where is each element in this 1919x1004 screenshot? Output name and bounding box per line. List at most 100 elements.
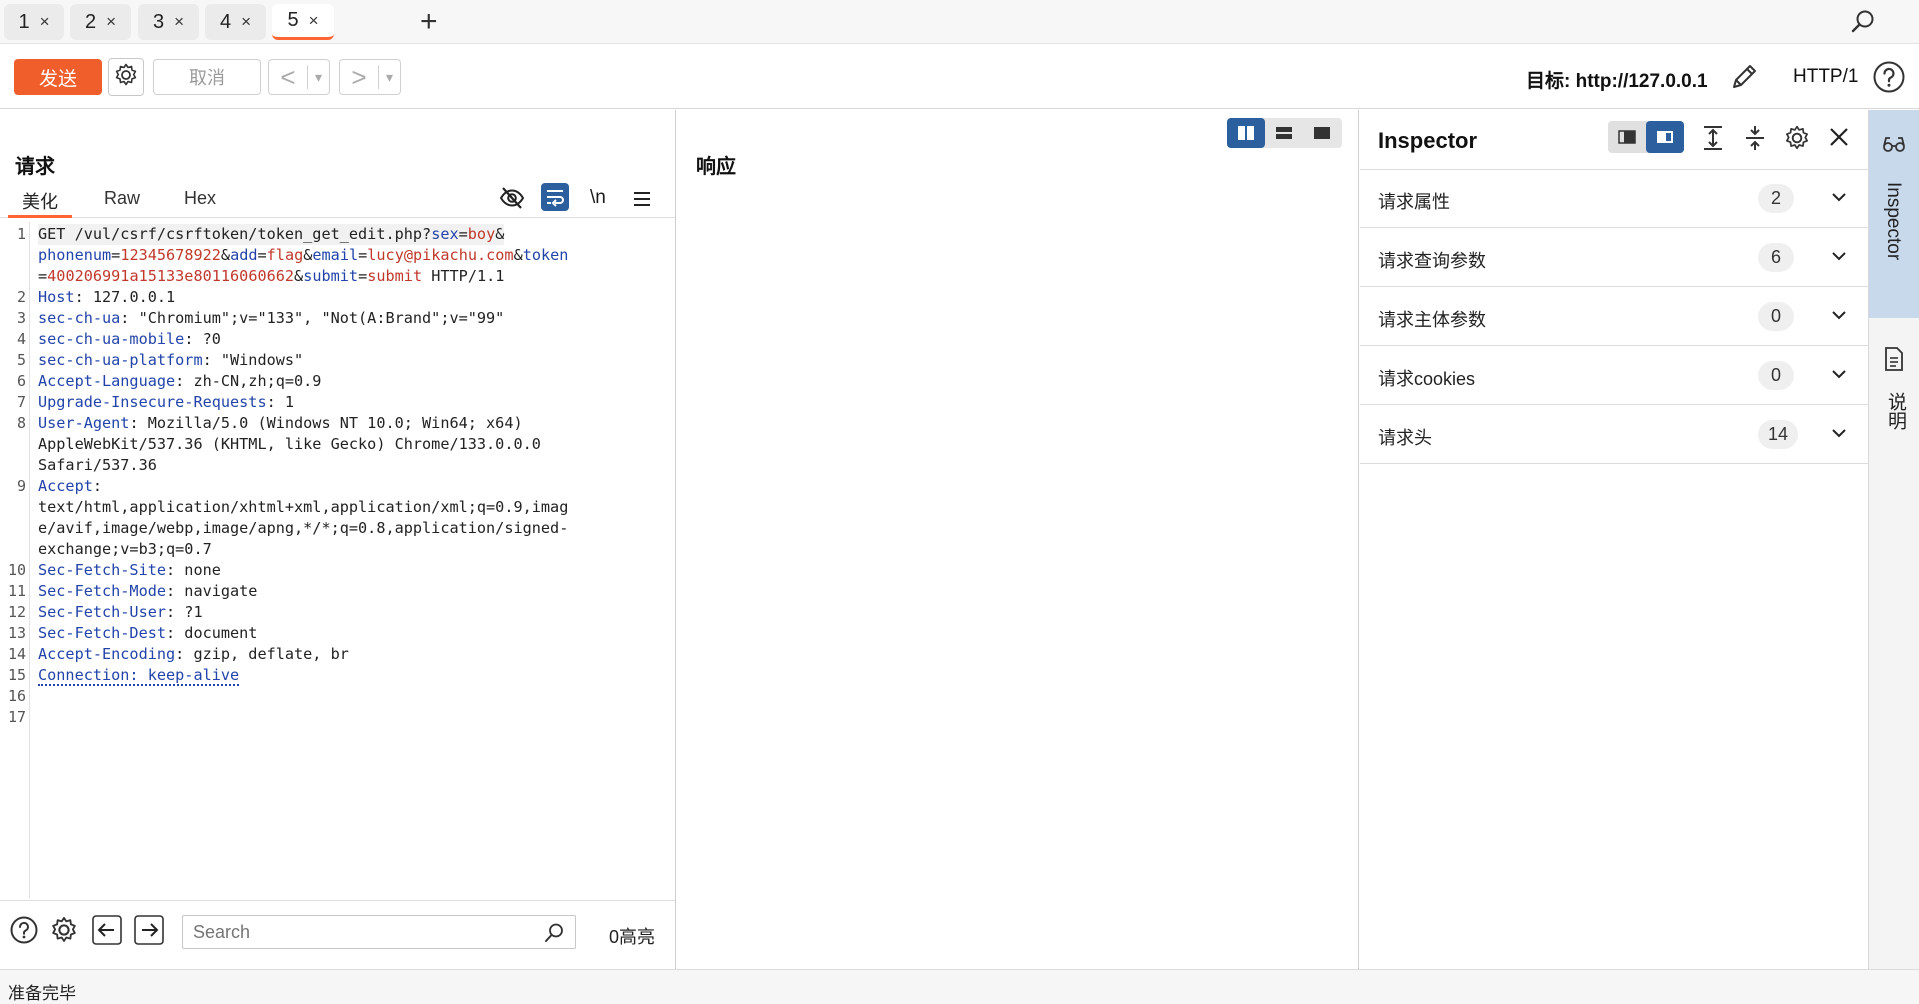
- forward-arrow-icon[interactable]: >: [340, 62, 378, 92]
- code-line[interactable]: phonenum=12345678922&add=flag&email=lucy…: [38, 245, 568, 266]
- inspector-section-headers[interactable]: 请求头 14: [1360, 406, 1869, 464]
- chevron-down-icon[interactable]: [1830, 247, 1848, 270]
- gear-icon[interactable]: [49, 915, 79, 950]
- code-line[interactable]: User-Agent: Mozilla/5.0 (Windows NT 10.0…: [38, 413, 523, 434]
- code-token: : "Windows": [202, 351, 304, 369]
- tab-close-icon[interactable]: ×: [106, 12, 116, 32]
- search-field[interactable]: [182, 915, 576, 949]
- code-token: e/avif,image/webp,image/apng,*/*;q=0.8,a…: [38, 519, 569, 537]
- response-pane: 响应: [677, 110, 1359, 969]
- tab-label: 3: [152, 10, 165, 33]
- code-token: : ?1: [166, 603, 203, 621]
- word-wrap-toggle-icon[interactable]: [541, 183, 569, 216]
- tab-1[interactable]: 1 ×: [4, 4, 64, 40]
- inspector-section-body-params[interactable]: 请求主体参数 0: [1360, 288, 1869, 346]
- help-icon[interactable]: [1872, 60, 1906, 99]
- tab-close-icon[interactable]: ×: [174, 12, 184, 32]
- search-icon[interactable]: [1850, 9, 1876, 40]
- layout-side-by-side-icon[interactable]: [1227, 118, 1265, 148]
- next-match-button[interactable]: [134, 915, 164, 950]
- rail-item-inspector[interactable]: Inspector: [1869, 110, 1919, 318]
- code-token: Sec-Fetch-Mode: [38, 582, 167, 600]
- add-tab-button[interactable]: +: [420, 7, 438, 37]
- code-line[interactable]: Sec-Fetch-Mode: navigate: [38, 581, 257, 602]
- expand-all-icon[interactable]: [1701, 124, 1725, 157]
- code-line[interactable]: Accept-Encoding: gzip, deflate, br: [38, 644, 349, 665]
- tab-2[interactable]: 2 ×: [70, 4, 131, 40]
- inspector-section-request-attributes[interactable]: 请求属性 2: [1360, 170, 1869, 228]
- code-line[interactable]: text/html,application/xhtml+xml,applicat…: [38, 497, 568, 518]
- history-back-group[interactable]: < ▾: [268, 59, 330, 95]
- tab-close-icon[interactable]: ×: [40, 12, 50, 32]
- tab-hex[interactable]: Hex: [184, 188, 216, 218]
- close-icon[interactable]: [1828, 126, 1850, 153]
- help-icon[interactable]: [9, 915, 39, 950]
- show-newlines-icon[interactable]: \n: [590, 187, 606, 209]
- inspector-section-query-params[interactable]: 请求查询参数 6: [1360, 229, 1869, 287]
- gear-icon[interactable]: [1783, 124, 1811, 157]
- request-view-tabs: 美化 Raw Hex: [0, 186, 675, 218]
- hide-eye-icon[interactable]: [498, 184, 526, 217]
- send-settings-button[interactable]: [108, 58, 144, 96]
- code-token: : zh-CN,zh;q=0.9: [175, 372, 322, 390]
- code-line[interactable]: e/avif,image/webp,image/apng,*/*;q=0.8,a…: [38, 518, 568, 539]
- tab-close-icon[interactable]: ×: [241, 12, 251, 32]
- code-line[interactable]: Accept-Language: zh-CN,zh;q=0.9: [38, 371, 321, 392]
- tab-5[interactable]: 5 ×: [272, 4, 334, 40]
- inspector-section-cookies[interactable]: 请求cookies 0: [1360, 347, 1869, 405]
- chevron-down-icon[interactable]: [1830, 306, 1848, 329]
- rail-item-notes[interactable]: 说明: [1869, 318, 1919, 448]
- inspector-layout-left-icon[interactable]: [1608, 121, 1646, 153]
- layout-single-icon[interactable]: [1303, 118, 1341, 148]
- code-line[interactable]: Sec-Fetch-Site: none: [38, 560, 221, 581]
- collapse-all-icon[interactable]: [1743, 124, 1767, 157]
- cancel-button[interactable]: 取消: [153, 59, 261, 95]
- code-token: 400206991a15133e80116060662: [47, 267, 295, 285]
- code-line[interactable]: Accept:: [38, 476, 102, 497]
- code-line[interactable]: Connection: keep-alive: [38, 665, 240, 686]
- http-version-selector[interactable]: HTTP/1: [1793, 66, 1858, 88]
- edit-target-pencil-icon[interactable]: [1728, 61, 1760, 98]
- code-line[interactable]: =400206991a15133e80116060662&submit=subm…: [38, 266, 504, 287]
- inspector-layout-right-icon[interactable]: [1646, 121, 1684, 153]
- code-line[interactable]: AppleWebKit/537.36 (KHTML, like Gecko) C…: [38, 434, 541, 455]
- tab-raw[interactable]: Raw: [104, 188, 140, 218]
- code-token: submit: [367, 267, 423, 285]
- history-forward-group[interactable]: > ▾: [339, 59, 401, 95]
- back-arrow-icon[interactable]: <: [269, 62, 307, 92]
- back-dropdown-icon[interactable]: ▾: [307, 65, 329, 89]
- gear-icon: [113, 62, 139, 93]
- search-input[interactable]: [193, 917, 533, 947]
- code-line[interactable]: Host: 127.0.0.1: [38, 287, 175, 308]
- request-editor[interactable]: 1 2 3 4 5 6 7 8 9 10 11 12 13 14 15 16 17 GET /vul/csrf/…: [0, 222, 660, 898]
- chevron-down-icon[interactable]: [1830, 424, 1848, 447]
- layout-stacked-icon[interactable]: [1265, 118, 1303, 148]
- code-token: =: [358, 246, 368, 264]
- tab-label: 1: [18, 10, 30, 33]
- forward-dropdown-icon[interactable]: ▾: [378, 65, 400, 89]
- tab-pretty[interactable]: 美化: [8, 188, 72, 218]
- code-line[interactable]: Sec-Fetch-Dest: document: [38, 623, 257, 644]
- tab-4[interactable]: 4 ×: [205, 4, 266, 40]
- code-token: boy: [467, 225, 496, 243]
- tab-3[interactable]: 3 ×: [138, 4, 199, 40]
- code-line[interactable]: Sec-Fetch-User: ?1: [38, 602, 203, 623]
- line-number: 16: [7, 687, 26, 705]
- tab-close-icon[interactable]: ×: [309, 11, 319, 31]
- menu-icon[interactable]: [632, 190, 652, 213]
- code-line[interactable]: sec-ch-ua-mobile: ?0: [38, 329, 221, 350]
- chevron-down-icon[interactable]: [1830, 365, 1848, 388]
- chevron-down-icon[interactable]: [1830, 188, 1848, 211]
- code-line[interactable]: exchange;v=b3;q=0.7: [38, 539, 212, 560]
- line-number: 17: [7, 708, 26, 726]
- code-line[interactable]: sec-ch-ua-platform: "Windows": [38, 350, 303, 371]
- line-number: 2: [16, 288, 26, 306]
- code-line[interactable]: GET /vul/csrf/csrftoken/token_get_edit.p…: [38, 224, 505, 245]
- send-button[interactable]: 发送: [14, 59, 102, 95]
- previous-match-button[interactable]: [92, 915, 122, 950]
- code-token: text/html,application/xhtml+xml,applicat…: [38, 498, 569, 516]
- code-line[interactable]: Upgrade-Insecure-Requests: 1: [38, 392, 294, 413]
- code-token: : gzip, deflate, br: [175, 645, 349, 663]
- code-line[interactable]: Safari/537.36: [38, 455, 157, 476]
- code-line[interactable]: sec-ch-ua: "Chromium";v="133", "Not(A:Br…: [38, 308, 504, 329]
